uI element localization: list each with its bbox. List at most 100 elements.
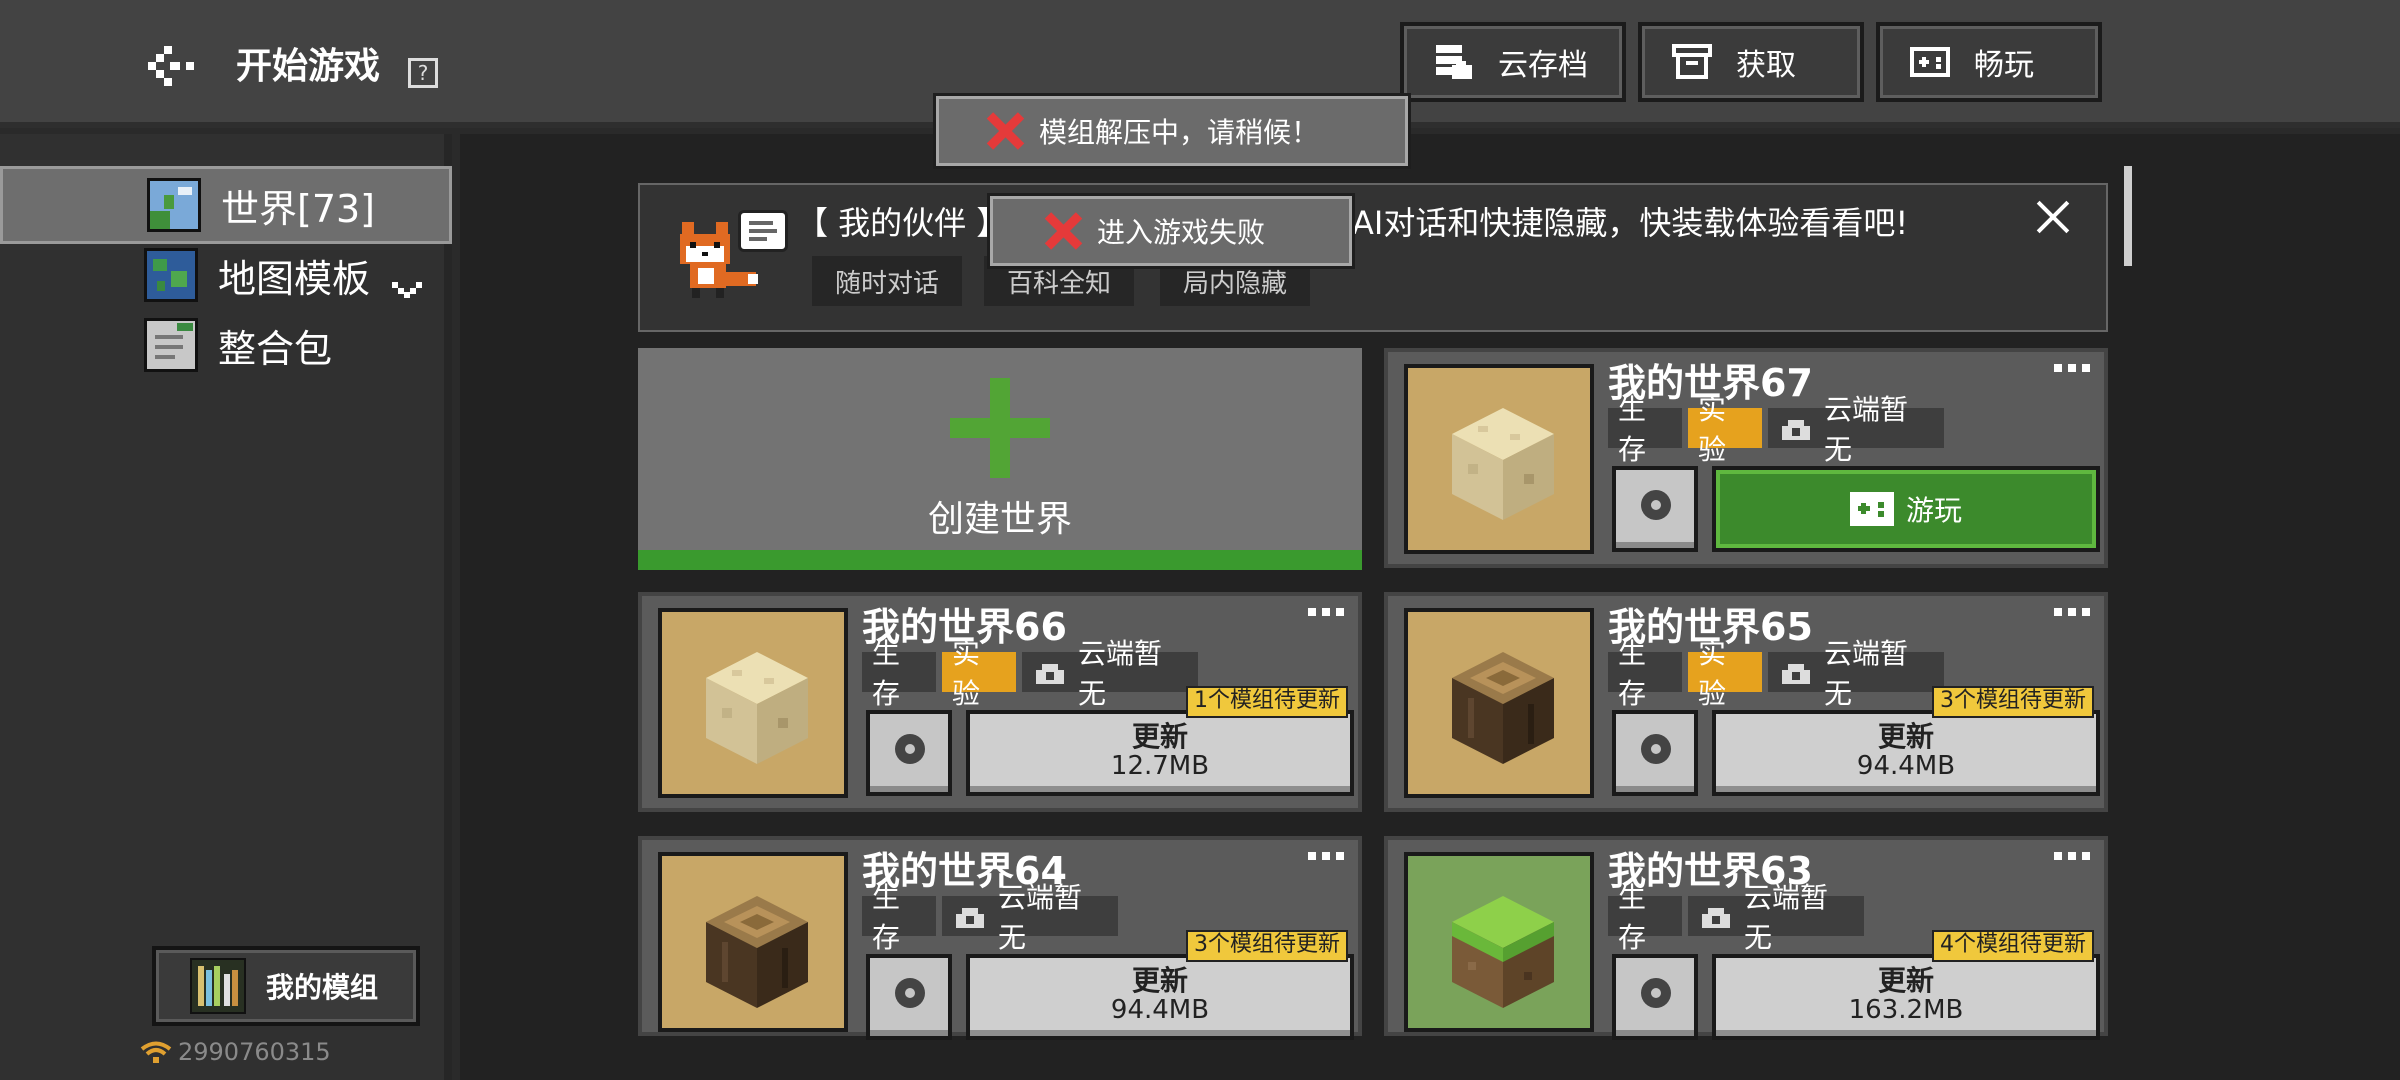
mode-chip: 生存 — [862, 637, 936, 710]
mode-chip: 生存 — [1608, 637, 1682, 710]
settings-gear-button[interactable] — [866, 710, 952, 796]
play-button[interactable]: 游玩 — [1712, 466, 2100, 552]
store-label: 获取 — [1736, 48, 1796, 83]
create-world-button[interactable]: 创建世界 — [638, 348, 1362, 570]
update-size: 163.2MB — [1848, 995, 1964, 1025]
sidebar-item-packs[interactable]: 整合包 — [0, 306, 452, 384]
world-card[interactable]: 我的世界63 生存 云端暂无 更新 163.2MB 4个模组待更新 — [1384, 836, 2108, 1040]
world-card[interactable]: 我的世界65 生存 实验 云端暂无 更新 94.4MB 3个模组待更新 — [1384, 592, 2108, 812]
user-id-row: 2990760315 — [140, 1038, 331, 1066]
update-size: 94.4MB — [1110, 995, 1210, 1025]
more-options-icon[interactable] — [2054, 852, 2090, 862]
sand-block-icon — [1452, 408, 1554, 520]
sidebar-item-map-templates[interactable]: 地图模板 — [0, 236, 452, 314]
pack-icon — [144, 318, 198, 372]
mode-chip: 生存 — [1608, 393, 1682, 466]
back-arrow-icon[interactable] — [148, 46, 200, 86]
play-label: 游玩 — [1905, 494, 1962, 527]
update-label: 更新 — [1877, 964, 1934, 997]
cloud-save-button[interactable]: 云存档 — [1400, 22, 1626, 102]
cloud-status-chip: 云端暂无 — [1022, 637, 1198, 710]
experimental-chip: 实验 — [942, 637, 1016, 710]
update-button[interactable]: 更新 163.2MB — [1712, 954, 2100, 1040]
mod-update-badge: 3个模组待更新 — [1932, 686, 2094, 718]
settings-gear-button[interactable] — [1612, 710, 1698, 796]
wifi-icon — [140, 1040, 172, 1064]
sidebar: 世界[73] 地图模板 整合包 我的模组 2990760315 — [0, 134, 452, 1080]
create-world-accent — [638, 550, 1362, 570]
chevron-down-icon[interactable] — [390, 265, 424, 298]
banner-title: 【 我的伙伴 】 — [796, 204, 1009, 242]
mods-shelf-icon — [190, 958, 246, 1014]
world-thumbnail — [1404, 608, 1594, 798]
grass-block-icon — [1452, 896, 1554, 1008]
more-options-icon[interactable] — [1308, 608, 1344, 618]
world-card[interactable]: 我的世界67 生存 实验 云端暂无 游玩 — [1384, 348, 2108, 568]
store-button[interactable]: 获取 — [1638, 22, 1864, 102]
chat-bubble-icon — [738, 210, 788, 252]
world-card[interactable]: 我的世界66 生存 实验 云端暂无 更新 12.7MB 1个模组待更新 — [638, 592, 1362, 812]
experimental-chip: 实验 — [1688, 393, 1762, 466]
cloud-status-chip: 云端暂无 — [1688, 881, 1864, 954]
mod-update-badge: 1个模组待更新 — [1186, 686, 1348, 718]
play-mode-button[interactable]: 畅玩 — [1876, 22, 2102, 102]
cloud-save-icon — [1434, 43, 1474, 81]
cloud-status-chip: 云端暂无 — [942, 881, 1118, 954]
cloud-status-label: 云端暂无 — [1744, 881, 1829, 954]
gamepad-icon — [1849, 492, 1894, 526]
more-options-icon[interactable] — [2054, 364, 2090, 374]
cloud-status-label: 云端暂无 — [998, 881, 1083, 954]
cloud-status-label: 云端暂无 — [1824, 393, 1909, 466]
cloud-off-icon — [1032, 660, 1068, 684]
banner-tag: 随时对话 — [812, 256, 962, 306]
world-thumbnail — [658, 608, 848, 798]
toast-text: 模组解压中，请稍候！ — [1039, 116, 1320, 149]
mode-chip: 生存 — [862, 881, 936, 954]
cloud-status-label: 云端暂无 — [1824, 637, 1909, 710]
cloud-off-icon — [1778, 416, 1814, 440]
user-id: 2990760315 — [178, 1038, 331, 1066]
world-thumbnail — [658, 852, 848, 1032]
update-button[interactable]: 更新 12.7MB — [966, 710, 1354, 796]
gamepad-icon — [1910, 43, 1950, 81]
cloud-off-icon — [952, 904, 988, 928]
update-size: 12.7MB — [1110, 751, 1210, 781]
sidebar-item-label: 整合包 — [218, 326, 333, 371]
close-icon[interactable] — [2036, 200, 2070, 234]
world-thumbnail — [1404, 364, 1594, 554]
create-world-label: 创建世界 — [927, 499, 1072, 540]
settings-gear-button[interactable] — [1612, 466, 1698, 552]
page-title: 开始游戏 — [236, 46, 381, 87]
more-options-icon[interactable] — [1308, 852, 1344, 862]
settings-gear-button[interactable] — [866, 954, 952, 1040]
sidebar-item-label: 地图模板 — [218, 256, 371, 301]
update-size: 94.4MB — [1856, 751, 1956, 781]
settings-gear-button[interactable] — [1612, 954, 1698, 1040]
toast-text: 进入游戏失败 — [1097, 216, 1266, 249]
globe-icon — [144, 248, 198, 302]
toast-mod-extracting: 模组解压中，请稍候！ — [936, 96, 1408, 166]
help-icon[interactable]: ? — [408, 58, 438, 88]
update-label: 更新 — [1877, 720, 1934, 753]
update-button[interactable]: 更新 94.4MB — [966, 954, 1354, 1040]
world-thumbnail — [1404, 852, 1594, 1032]
store-icon — [1672, 43, 1712, 81]
sand-block-icon — [706, 652, 808, 764]
error-x-icon — [1045, 213, 1081, 249]
toast-enter-failed: 进入游戏失败 — [990, 196, 1352, 266]
mode-chip: 生存 — [1608, 881, 1682, 954]
world-card[interactable]: 我的世界64 生存 云端暂无 更新 94.4MB 3个模组待更新 — [638, 836, 1362, 1040]
cloud-status-label: 云端暂无 — [1078, 637, 1163, 710]
more-options-icon[interactable] — [2054, 608, 2090, 618]
log-block-icon — [1452, 652, 1554, 764]
my-mods-button[interactable]: 我的模组 — [152, 946, 420, 1026]
sidebar-item-worlds[interactable]: 世界[73] — [0, 166, 452, 244]
cloud-off-icon — [1778, 660, 1814, 684]
update-label: 更新 — [1131, 964, 1188, 997]
update-button[interactable]: 更新 94.4MB — [1712, 710, 2100, 796]
cloud-off-icon — [1698, 904, 1734, 928]
play-mode-label: 畅玩 — [1974, 48, 2034, 83]
cloud-status-chip: 云端暂无 — [1768, 393, 1944, 466]
scrollbar[interactable] — [2124, 166, 2132, 266]
mod-update-badge: 3个模组待更新 — [1186, 930, 1348, 962]
